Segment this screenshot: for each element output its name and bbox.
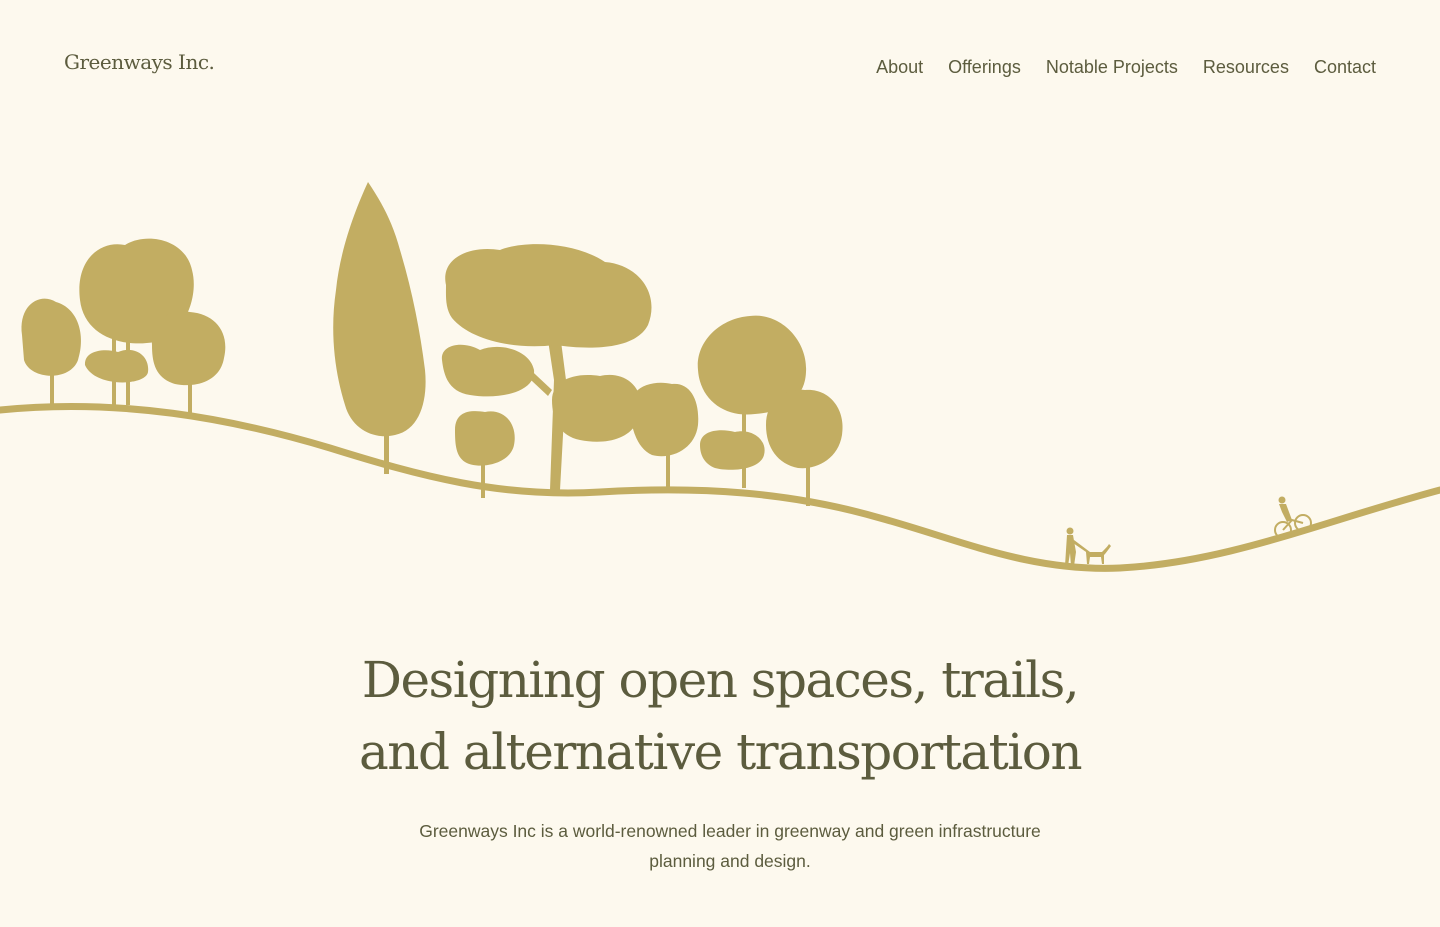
hero-subtext: Greenways Inc is a world-renowned leader… <box>419 821 1041 871</box>
tree-icon <box>151 311 226 416</box>
tree-icon <box>21 298 82 405</box>
pedestrian-with-dog-icon <box>1065 527 1111 566</box>
main-nav: About Offerings Notable Projects Resourc… <box>876 56 1376 78</box>
brand-logo[interactable]: Greenways Inc. <box>64 50 215 74</box>
hero-headline: Designing open spaces, trails, and alter… <box>358 651 1083 781</box>
nav-offerings[interactable]: Offerings <box>948 56 1021 78</box>
tree-icon <box>766 389 843 506</box>
tree-icon <box>333 182 426 474</box>
nav-contact[interactable]: Contact <box>1314 56 1376 78</box>
site-header: Greenways Inc. About Offerings Notable P… <box>0 0 1440 120</box>
nav-notable-projects[interactable]: Notable Projects <box>1046 56 1178 78</box>
landscape-illustration <box>0 182 1440 572</box>
nav-about[interactable]: About <box>876 56 923 78</box>
nav-resources[interactable]: Resources <box>1203 56 1289 78</box>
tree-icon <box>630 382 699 488</box>
